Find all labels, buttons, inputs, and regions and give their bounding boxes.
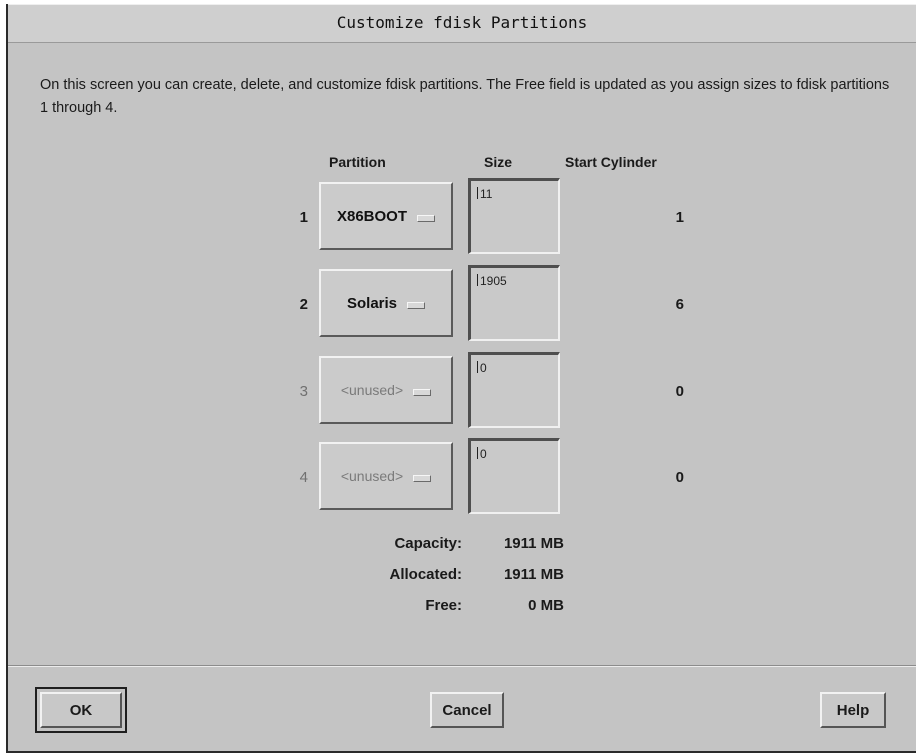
- capacity-value: 1911 MB: [503, 535, 564, 552]
- partition-2-type-label: Solaris: [346, 294, 398, 312]
- option-menu-indicator-icon: [413, 388, 432, 396]
- partition-1-type-menu[interactable]: X86BOOT: [319, 182, 453, 250]
- option-menu-indicator-icon: [407, 301, 426, 309]
- cancel-button[interactable]: Cancel: [430, 692, 504, 728]
- ok-button[interactable]: OK: [40, 692, 122, 728]
- partition-4-start-cylinder: 0: [675, 469, 684, 486]
- size-column-header: Size: [484, 154, 513, 170]
- partition-number-2: 2: [299, 296, 308, 313]
- allocated-label: Allocated:: [389, 566, 462, 583]
- text-cursor-icon: [477, 361, 478, 373]
- partition-3-size-value: 0: [480, 361, 487, 375]
- text-cursor-icon: [477, 274, 478, 286]
- partition-1-size-input[interactable]: 11: [468, 178, 560, 254]
- partition-2-size-value: 1905: [480, 274, 507, 288]
- partition-1-type-label: X86BOOT: [336, 207, 408, 225]
- partition-2-start-cylinder: 6: [675, 296, 684, 313]
- free-value: 0 MB: [528, 597, 564, 614]
- partition-1-size-value: 11: [480, 187, 493, 201]
- partition-2-size-input[interactable]: 1905: [468, 265, 560, 341]
- partition-column-header: Partition: [329, 154, 386, 170]
- partition-3-type-menu[interactable]: <unused>: [319, 356, 453, 424]
- partition-2-type-menu[interactable]: Solaris: [319, 269, 453, 337]
- free-label: Free:: [425, 597, 462, 614]
- option-menu-indicator-icon: [413, 474, 432, 482]
- partition-number-4: 4: [299, 469, 308, 486]
- partition-3-size-input[interactable]: 0: [468, 352, 560, 428]
- text-cursor-icon: [477, 187, 478, 199]
- dialog-title: Customize fdisk Partitions: [8, 4, 916, 43]
- partition-3-type-label: <unused>: [340, 382, 404, 398]
- capacity-label: Capacity:: [394, 535, 462, 552]
- partition-4-type-menu[interactable]: <unused>: [319, 442, 453, 510]
- partition-4-type-label: <unused>: [340, 468, 404, 484]
- partition-number-1: 1: [299, 209, 308, 226]
- customize-fdisk-dialog: Customize fdisk Partitions On this scree…: [6, 4, 916, 753]
- option-menu-indicator-icon: [417, 214, 436, 222]
- footer-divider: [8, 665, 916, 667]
- allocated-value: 1911 MB: [503, 566, 564, 583]
- partition-3-start-cylinder: 0: [675, 383, 684, 400]
- partition-1-start-cylinder: 1: [675, 209, 684, 226]
- text-cursor-icon: [477, 447, 478, 459]
- partition-4-size-input[interactable]: 0: [468, 438, 560, 514]
- start-cylinder-column-header: Start Cylinder: [565, 154, 657, 170]
- partition-number-3: 3: [299, 383, 308, 400]
- help-button[interactable]: Help: [820, 692, 886, 728]
- partition-4-size-value: 0: [480, 447, 487, 461]
- description-text: On this screen you can create, delete, a…: [40, 77, 890, 116]
